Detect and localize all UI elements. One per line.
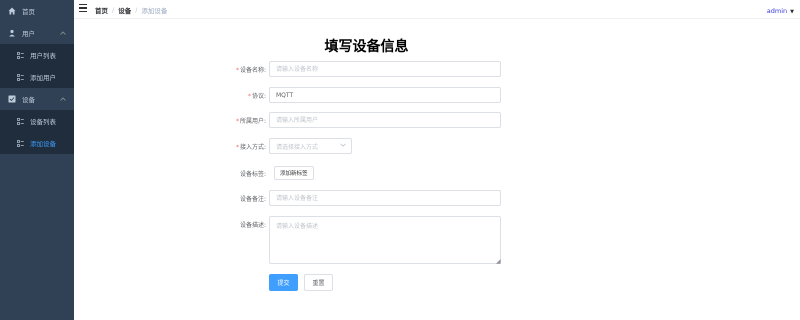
device-icon [8,95,16,103]
list-icon [16,139,24,147]
label-wrap: 设备描述: [224,217,266,233]
device-name-label: *设备名称: [235,67,266,74]
add-tag-button[interactable]: 添加新标签 [274,166,314,180]
breadcrumb-separator: / [112,6,115,14]
list-icon [16,117,24,125]
device-description-label: 设备描述: [239,222,266,229]
sidebar-item-label: 用户列表 [30,52,56,60]
page-title: 填写设备信息 [324,39,409,55]
sidebar-item-add-user[interactable]: 添加用户 [0,66,74,88]
protocol-label: *协议: [247,93,266,100]
sidebar-item-user[interactable]: 用户 [0,22,74,44]
sidebar-item-label: 添加用户 [30,74,56,82]
protocol-input[interactable] [269,87,501,103]
sidebar-item-user-list[interactable]: 用户列表 [0,44,74,66]
sidebar-item-home[interactable]: 首页 [0,0,74,22]
sidebar-item-device-list[interactable]: 设备列表 [0,110,74,132]
label-wrap: *所属用户: [224,112,266,128]
owner-input[interactable] [269,112,501,128]
breadcrumb-current: 添加设备 [141,7,168,15]
device-remark-label: 设备备注: [239,196,266,203]
sidebar: 首页 用户 用户列表 添加用户 设备 设备列表 添加设备 [0,0,74,320]
hamburger-icon[interactable] [79,4,87,12]
label-wrap: *接入方式: [224,138,266,154]
device-name-input[interactable] [269,61,501,77]
username: admin [766,6,788,15]
submit-button[interactable]: 提交 [269,274,298,291]
sidebar-item-device[interactable]: 设备 [0,88,74,110]
sidebar-item-label: 设备 [22,96,35,104]
label-wrap: *协议: [224,87,266,103]
breadcrumb: 首页 / 设备 / 添加设备 [95,5,167,15]
chevron-down-icon [340,142,346,149]
breadcrumb-home[interactable]: 首页 [95,5,108,15]
access-method-label: *接入方式: [235,144,266,151]
resize-handle-icon[interactable]: ◢ [496,258,501,265]
sidebar-item-label: 设备列表 [30,118,56,126]
list-icon [16,73,24,81]
navbar: 首页 / 设备 / 添加设备 admin ▼ [74,0,800,19]
reset-button[interactable]: 重置 [304,274,333,291]
sidebar-item-label: 用户 [22,30,35,38]
home-icon [8,7,16,15]
device-remark-input[interactable] [269,190,501,206]
caret-down-icon: ▼ [790,9,794,15]
breadcrumb-separator: / [135,6,138,14]
chevron-up-icon [60,30,66,37]
sidebar-item-add-device[interactable]: 添加设备 [0,132,74,154]
chevron-up-icon [60,96,66,103]
label-wrap: 设备备注: [224,190,266,206]
breadcrumb-device[interactable]: 设备 [118,5,131,15]
user-icon [8,29,16,37]
main-content: 填写设备信息 *设备名称: *协议: *所属用户: *接入方式: 请选择接入方式… [74,20,800,320]
sidebar-item-label: 首页 [22,8,35,16]
label-wrap: *设备名称: [224,61,266,77]
user-menu[interactable]: admin ▼ [766,6,794,16]
label-wrap: 设备标签: [224,165,266,181]
owner-label: *所属用户: [235,118,266,125]
access-method-placeholder: 请选择接入方式 [276,143,319,151]
access-method-select[interactable]: 请选择接入方式 [269,138,352,154]
device-description-textarea[interactable] [269,216,501,264]
device-tags-label: 设备标签: [239,171,266,178]
list-icon [16,51,24,59]
sidebar-item-label: 添加设备 [30,140,56,148]
